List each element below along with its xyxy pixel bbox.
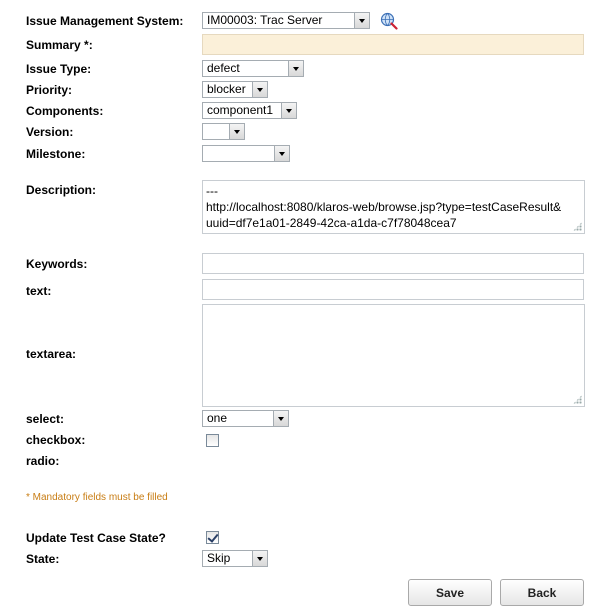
chevron-down-icon: [354, 13, 369, 28]
issue-type-select[interactable]: defect: [202, 60, 304, 77]
text-label: text:: [26, 284, 52, 298]
issue-type-label: Issue Type:: [26, 62, 92, 76]
keywords-label: Keywords:: [26, 257, 88, 271]
ims-select[interactable]: IM00003: Trac Server: [202, 12, 370, 29]
back-button[interactable]: Back: [500, 579, 584, 606]
priority-select[interactable]: blocker: [202, 81, 268, 98]
chevron-down-icon: [274, 146, 289, 161]
save-button[interactable]: Save: [408, 579, 492, 606]
milestone-label: Milestone:: [26, 147, 86, 161]
priority-label: Priority:: [26, 83, 73, 97]
summary-input[interactable]: [202, 34, 584, 55]
chevron-down-icon: [252, 82, 267, 97]
description-line: ---: [206, 184, 218, 198]
chevron-down-icon: [229, 124, 244, 139]
description-textarea[interactable]: --- http://localhost:8080/klaros-web/bro…: [202, 180, 585, 234]
version-select[interactable]: [202, 123, 245, 140]
search-globe-icon[interactable]: [380, 12, 398, 30]
checkbox-input[interactable]: [206, 434, 219, 447]
description-line: http://localhost:8080/klaros-web/browse.…: [206, 200, 562, 214]
radio-label: radio:: [26, 454, 60, 468]
checkbox-label: checkbox:: [26, 433, 86, 447]
state-value: Skip: [207, 551, 231, 565]
select-value: one: [207, 411, 228, 425]
chevron-down-icon: [252, 551, 267, 566]
chevron-down-icon: [288, 61, 303, 76]
update-state-checkbox[interactable]: [206, 531, 219, 544]
components-select[interactable]: component1: [202, 102, 297, 119]
chevron-down-icon: [273, 411, 288, 426]
textarea-field[interactable]: [202, 304, 585, 407]
state-select[interactable]: Skip: [202, 550, 268, 567]
select-dropdown[interactable]: one: [202, 410, 289, 427]
mandatory-note: * Mandatory fields must be filled: [26, 492, 168, 503]
text-input[interactable]: [202, 279, 584, 300]
ims-label: Issue Management System:: [26, 14, 184, 28]
components-label: Components:: [26, 104, 104, 118]
state-label: State:: [26, 552, 60, 566]
issue-type-value: defect: [207, 61, 240, 75]
milestone-select[interactable]: [202, 145, 290, 162]
description-line: uuid=df7e1a01-2849-42ca-a1da-c7f78048cea…: [206, 216, 457, 230]
summary-label: Summary *:: [26, 38, 93, 52]
textarea-label: textarea:: [26, 347, 77, 361]
priority-value: blocker: [207, 82, 246, 96]
ims-select-value: IM00003: Trac Server: [207, 13, 323, 27]
components-value: component1: [207, 103, 274, 117]
version-label: Version:: [26, 125, 74, 139]
description-label: Description:: [26, 183, 97, 197]
chevron-down-icon: [281, 103, 296, 118]
keywords-input[interactable]: [202, 253, 584, 274]
resize-grip-icon[interactable]: [573, 395, 582, 404]
update-state-label: Update Test Case State?: [26, 531, 166, 545]
select-label: select:: [26, 412, 65, 426]
